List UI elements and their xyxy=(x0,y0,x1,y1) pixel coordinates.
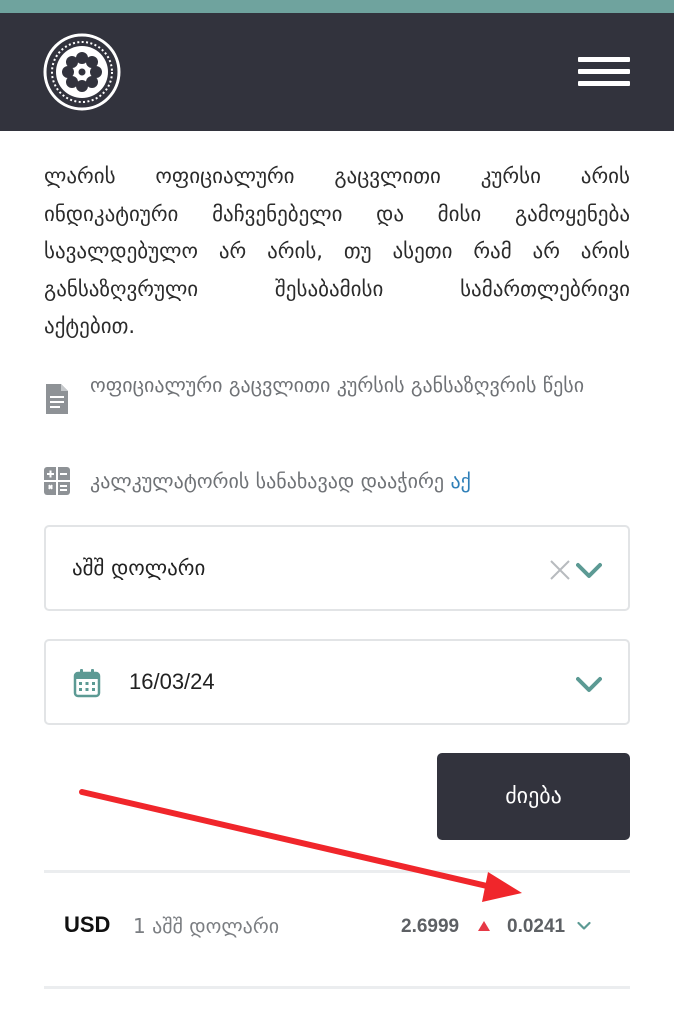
document-icon xyxy=(46,384,68,414)
rate-change: 0.0241 xyxy=(507,916,566,937)
chevron-down-icon[interactable] xyxy=(576,676,602,694)
menu-button[interactable] xyxy=(578,57,632,91)
top-accent-strip xyxy=(0,0,674,13)
description-line: აქტებით. xyxy=(44,314,136,338)
rate-row-usd[interactable]: USD 1 აშშ დოლარი 2.6999 0.0241 xyxy=(44,890,630,964)
site-header xyxy=(0,13,674,131)
hamburger-bar xyxy=(578,81,630,86)
calculator-label: კალკულატორის სანახავად დააჭირე xyxy=(90,469,445,493)
date-value: 16/03/24 xyxy=(129,669,215,694)
rate-description: ლარის ოფიციალური გაცვლითი კურსი არის ინდ… xyxy=(44,158,630,346)
search-button[interactable]: ძიება xyxy=(437,753,630,840)
description-line: განსაზღვრული შესაბამისი სამართლებრივი xyxy=(44,276,630,301)
chevron-down-icon[interactable] xyxy=(577,921,591,931)
rules-link-text[interactable]: ოფიციალური გაცვლითი კურსის განსაზღვრის წ… xyxy=(90,368,610,402)
date-select[interactable]: 16/03/24 xyxy=(44,639,630,725)
description-line: ინდიკატიური მაჩვენებელი და მისი გამოყენე… xyxy=(44,201,630,226)
calculator-link[interactable]: აქ xyxy=(450,469,470,493)
exchange-rate: 2.6999 xyxy=(401,916,460,937)
hamburger-bar xyxy=(578,69,630,74)
hamburger-menu-icon xyxy=(578,57,630,62)
clear-icon[interactable] xyxy=(549,559,571,581)
calculator-row: კალკულატორის სანახავად დააჭირე აქ xyxy=(44,464,610,498)
currency-code: USD xyxy=(64,912,111,937)
logo[interactable] xyxy=(43,33,121,111)
currency-select-value: აშშ დოლარი xyxy=(72,556,206,580)
triangle-up-icon xyxy=(478,921,490,931)
divider xyxy=(44,986,630,989)
chevron-down-icon[interactable] xyxy=(576,562,602,580)
divider xyxy=(44,870,630,873)
description-line: სავალდებულო არ არის, თუ ასეთი რამ არ არი… xyxy=(44,239,630,263)
currency-select[interactable]: აშშ დოლარი xyxy=(44,525,630,611)
calculator-icon xyxy=(44,467,70,495)
description-line: ლარის ოფიციალური გაცვლითი კურსი არის xyxy=(44,164,630,188)
calculator-text: კალკულატორის სანახავად დააჭირე აქ xyxy=(90,464,610,498)
currency-name: 1 აშშ დოლარი xyxy=(133,914,280,938)
rules-link-row[interactable]: ოფიციალური გაცვლითი კურსის განსაზღვრის წ… xyxy=(44,368,610,415)
ornament-logo-icon xyxy=(43,33,121,111)
calendar-icon xyxy=(73,669,101,698)
